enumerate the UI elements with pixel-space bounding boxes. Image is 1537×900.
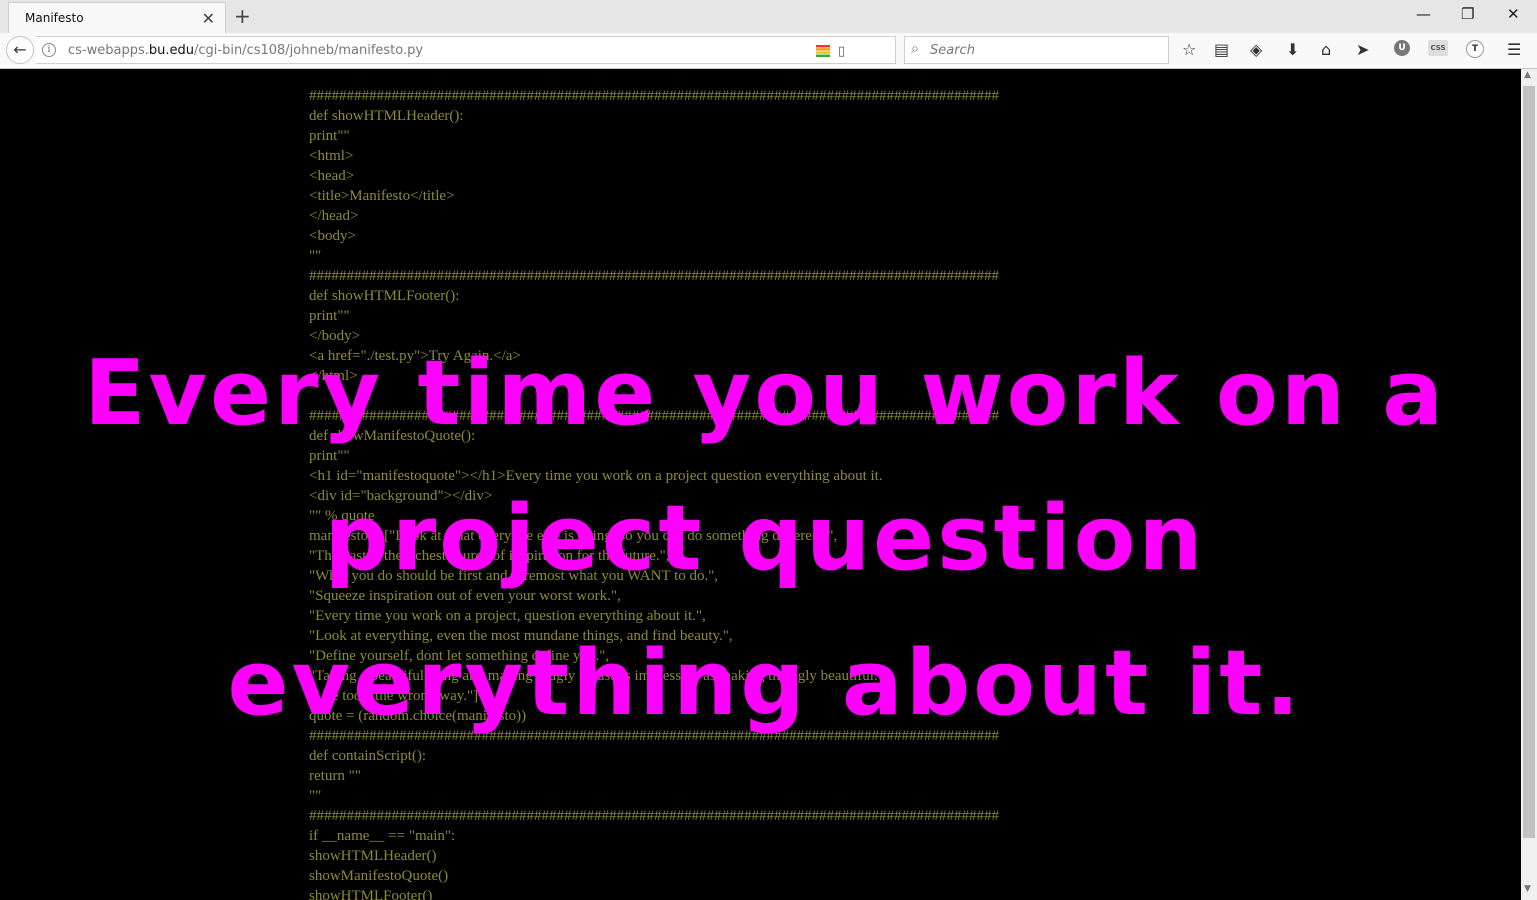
code-line: return "": [309, 768, 361, 784]
search-bar[interactable]: ⌕ Search: [904, 36, 1169, 64]
code-line: ########################################…: [309, 268, 999, 284]
code-line: def showHTMLHeader():: [309, 108, 464, 124]
code-line: print"": [309, 128, 350, 144]
page-meter-icon[interactable]: [816, 45, 830, 57]
nav-bar: ← i cs-webapps.bu.edu/cgi-bin/cs108/john…: [0, 33, 1537, 69]
ublock-icon[interactable]: U: [1394, 40, 1410, 56]
tab-title: Manifesto: [25, 11, 84, 25]
url-bar[interactable]: i cs-webapps.bu.edu/cgi-bin/cs108/johneb…: [36, 36, 923, 64]
code-line: <html>: [309, 148, 354, 164]
download-icon[interactable]: ⬇: [1286, 40, 1299, 59]
back-button[interactable]: ←: [6, 36, 34, 64]
code-line: "": [309, 248, 322, 264]
tab-bar: Manifesto ✕ + — ❐ ✕: [0, 0, 1537, 33]
code-line: <head>: [309, 168, 355, 184]
code-line: <body>: [309, 228, 356, 244]
code-line: ########################################…: [309, 88, 999, 104]
home-icon[interactable]: ⌂: [1321, 40, 1331, 59]
window-close-button[interactable]: ✕: [1507, 5, 1520, 23]
code-line: ########################################…: [309, 808, 999, 824]
css-icon[interactable]: CSS: [1428, 40, 1448, 56]
scrollbar-thumb[interactable]: [1523, 86, 1535, 838]
code-line: </head>: [309, 208, 359, 224]
code-line: def showHTMLFooter():: [309, 288, 460, 304]
reader-view-icon[interactable]: ▯: [838, 44, 845, 59]
info-icon[interactable]: i: [42, 43, 56, 57]
pocket-icon[interactable]: ◈: [1250, 40, 1262, 59]
code-line: showHTMLFooter(): [309, 888, 433, 900]
code-line: <title>Manifesto</title>: [309, 188, 455, 204]
url-prefix: cs-webapps.: [68, 43, 149, 58]
send-icon[interactable]: ➤: [1356, 40, 1369, 59]
url-host: bu.edu: [148, 43, 194, 58]
tab-close-icon[interactable]: ✕: [202, 9, 215, 28]
code-line: showHTMLHeader(): [309, 848, 437, 864]
library-icon[interactable]: ▤: [1214, 40, 1229, 59]
url-path: /cgi-bin/cs108/johneb/manifesto.py: [194, 43, 424, 58]
search-placeholder: Search: [930, 43, 975, 58]
code-line: if __name__ == "main":: [309, 828, 456, 844]
search-icon: ⌕: [911, 41, 919, 57]
scroll-up-icon[interactable]: ▲: [1524, 70, 1531, 80]
bookmark-star-icon[interactable]: ☆: [1182, 40, 1196, 59]
code-line: showManifestoQuote(): [309, 868, 449, 884]
url-text[interactable]: cs-webapps.bu.edu/cgi-bin/cs108/johneb/m…: [68, 43, 423, 58]
scroll-down-icon[interactable]: ▼: [1524, 884, 1531, 894]
new-tab-button[interactable]: +: [234, 4, 251, 28]
manifesto-quote: Every time you work on a project questio…: [83, 341, 1446, 736]
code-line: "": [309, 788, 322, 804]
restore-button[interactable]: ❐: [1461, 5, 1474, 23]
page-content: ########################################…: [0, 69, 1521, 900]
menu-icon[interactable]: ☰: [1507, 40, 1521, 59]
minimize-button[interactable]: —: [1416, 5, 1431, 23]
tab-manifesto[interactable]: Manifesto ✕: [8, 2, 226, 33]
translate-icon[interactable]: T: [1466, 40, 1484, 58]
